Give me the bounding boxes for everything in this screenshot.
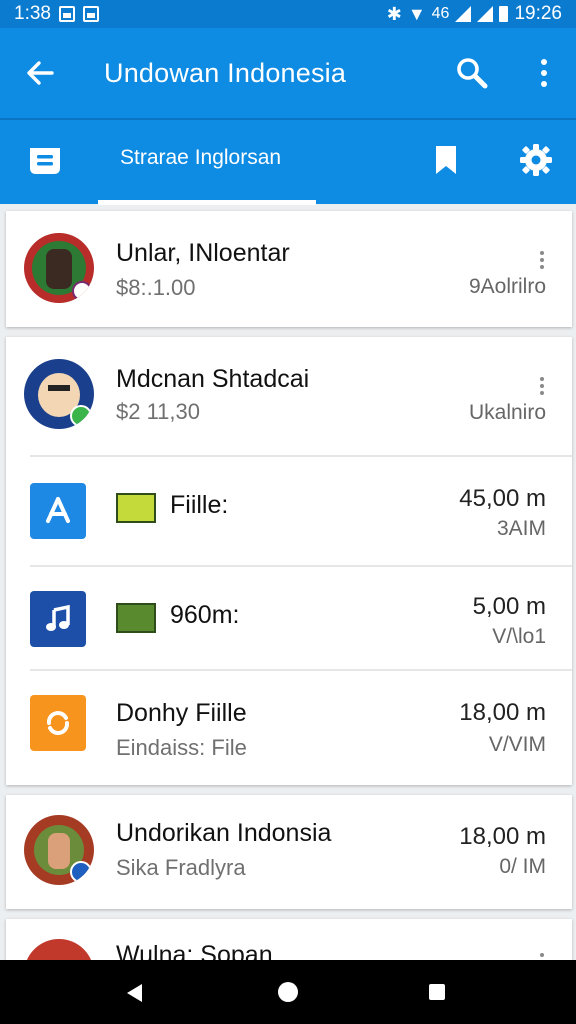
- list-item[interactable]: Unlar, INloentar $8:.1.00 9Aolrilro: [6, 211, 572, 327]
- square-recents-icon: [429, 984, 445, 1000]
- sync-icon: [30, 695, 86, 751]
- item-name: Undorikan Indonsia: [116, 819, 332, 847]
- list-item[interactable]: 960m: 5,00 m V/\lo1: [6, 567, 572, 671]
- list-item[interactable]: Undorikan Indonsia Sika Fradlyra 18,00 m…: [6, 795, 572, 909]
- tab-bookmarks[interactable]: [433, 144, 459, 176]
- item-meta: 0/ IM: [499, 855, 546, 878]
- search-button[interactable]: [452, 53, 492, 93]
- item-meta: V/VIM: [488, 733, 546, 756]
- more-options-button[interactable]: [532, 53, 556, 93]
- status-bar: 1:38 ✱ ▼ 46 19:26: [0, 0, 576, 28]
- item-amount: 18,00 m: [459, 823, 546, 850]
- status-time-left: 1:38: [14, 3, 51, 24]
- list-card: Undorikan Indonsia Sika Fradlyra 18,00 m…: [6, 795, 572, 909]
- item-amount: 5,00 m: [472, 593, 546, 620]
- item-name: Mdcnan Shtadcai: [116, 365, 310, 393]
- bookmark-icon: [436, 146, 456, 174]
- item-right: 9Aolrilro: [468, 275, 546, 298]
- item-amount: 45,00 m: [459, 485, 546, 512]
- avatar: [24, 233, 94, 303]
- circle-home-icon: [278, 982, 298, 1002]
- search-icon: [457, 58, 488, 89]
- app-store-icon: [30, 483, 86, 539]
- signal-icon-2: [477, 6, 494, 22]
- system-nav-bar: [0, 960, 576, 1024]
- file-icon: [116, 493, 156, 523]
- battery-icon: [499, 6, 509, 22]
- badge-icon: [72, 281, 92, 301]
- app-title: Undowan Indonesia: [104, 57, 347, 88]
- status-time-right: 19:26: [514, 3, 562, 24]
- item-sub: Sika Fradlyra: [116, 855, 246, 880]
- item-sub: Eindaiss: File: [116, 735, 247, 760]
- signal-icon: [455, 6, 472, 22]
- tab-messages[interactable]: [26, 144, 64, 178]
- nav-home-button[interactable]: [277, 981, 299, 1008]
- tab-bar: Strarae Inglorsan: [0, 118, 576, 205]
- network-label: 46: [431, 5, 450, 22]
- badge-icon: [70, 861, 92, 883]
- item-name: Unlar, INloentar: [116, 239, 290, 267]
- nav-back-button[interactable]: [124, 982, 144, 1009]
- item-more-button[interactable]: [538, 251, 546, 269]
- tab-indicator: [98, 200, 316, 205]
- item-meta: 3AIM: [496, 517, 546, 540]
- badge-icon: [70, 405, 92, 427]
- nav-recents-button[interactable]: [428, 983, 446, 1006]
- list-item[interactable]: Mdcnan Shtadcai $2 11,30 Ukalniro: [6, 337, 572, 457]
- back-button[interactable]: [0, 28, 80, 118]
- item-amount: 18,00 m: [459, 699, 546, 726]
- item-name: 960m:: [170, 601, 240, 629]
- tab-settings[interactable]: [518, 142, 554, 178]
- list-item[interactable]: Donhy Fiille Eindaiss: File 18,00 m V/VI…: [6, 671, 572, 785]
- avatar: [24, 359, 94, 429]
- avatar: [24, 815, 94, 885]
- triangle-back-icon: [127, 984, 142, 1002]
- image-icon: [82, 6, 99, 22]
- item-right: Ukalniro: [468, 401, 546, 424]
- item-meta: V/\lo1: [492, 625, 546, 648]
- wifi-icon: ▼: [407, 3, 426, 24]
- item-sub: $2 11,30: [116, 399, 201, 424]
- arrow-left-icon: [27, 61, 54, 85]
- list-item[interactable]: Fiille: 45,00 m 3AIM: [6, 457, 572, 567]
- tab-active[interactable]: Strarae Inglorsan: [120, 146, 281, 170]
- file-icon: [116, 603, 156, 633]
- gallery-icon: [58, 6, 75, 22]
- list-card: Unlar, INloentar $8:.1.00 9Aolrilro: [6, 211, 572, 327]
- bluetooth-icon: ✱: [386, 3, 402, 24]
- list-card: Mdcnan Shtadcai $2 11,30 Ukalniro Fiille…: [6, 337, 572, 785]
- message-icon: [30, 148, 60, 174]
- item-name: Donhy Fiille: [116, 699, 247, 727]
- item-more-button[interactable]: [538, 377, 546, 395]
- item-sub: $8:.1.00: [116, 275, 196, 300]
- item-name: Fiille:: [170, 491, 229, 519]
- settings-gear-icon: [520, 144, 552, 176]
- app-bar: Undowan Indonesia: [0, 28, 576, 118]
- music-icon: [30, 591, 86, 647]
